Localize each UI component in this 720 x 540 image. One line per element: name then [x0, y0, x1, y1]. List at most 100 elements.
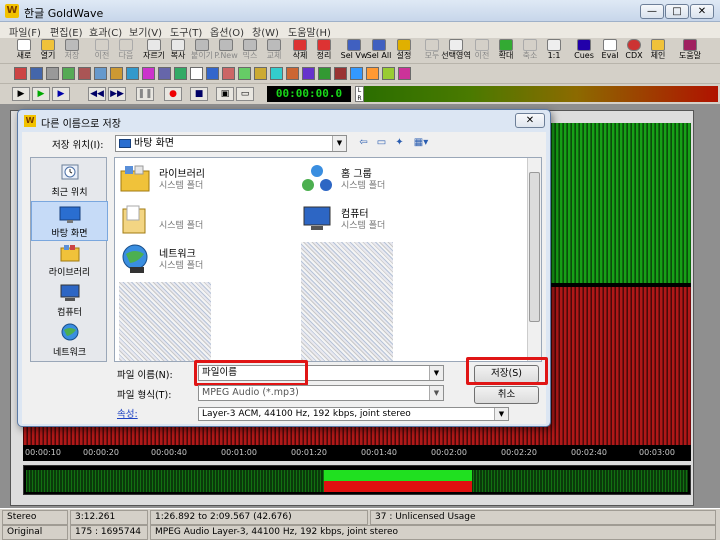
- view-menu-icon[interactable]: ▦▾: [410, 135, 432, 150]
- cdx-icon: [627, 39, 641, 51]
- effect-icon[interactable]: [382, 67, 395, 80]
- chevron-down-icon[interactable]: ▼: [332, 136, 346, 151]
- play-icon[interactable]: ▶: [12, 87, 30, 101]
- play-view-icon[interactable]: ▶: [52, 87, 70, 101]
- trim-icon: [317, 39, 331, 51]
- effect-icon[interactable]: [62, 67, 75, 80]
- menu-file[interactable]: 파일(F): [9, 24, 41, 39]
- image-thumbnail[interactable]: [301, 242, 393, 361]
- effect-icon[interactable]: [206, 67, 219, 80]
- file-list[interactable]: 라이브러리 시스템 폴더 홈 그룹 시스템 폴더 시스템 폴더 컴퓨터 시스템 …: [114, 157, 542, 362]
- close-button[interactable]: ✕: [690, 4, 714, 19]
- eval-icon: [603, 39, 617, 51]
- help-button[interactable]: 도움말: [675, 39, 705, 63]
- cancel-button[interactable]: 취소: [474, 386, 539, 404]
- effect-icon[interactable]: [238, 67, 251, 80]
- goldwave-app-icon: W: [24, 115, 36, 127]
- file-item-computer[interactable]: 컴퓨터 시스템 폴더: [301, 202, 486, 238]
- trim-button[interactable]: 정리: [312, 39, 336, 63]
- stop-icon[interactable]: ■: [190, 87, 208, 101]
- overview-selection-right[interactable]: [324, 481, 472, 492]
- effect-icon[interactable]: [126, 67, 139, 80]
- effect-icon[interactable]: [270, 67, 283, 80]
- effect-icon[interactable]: [222, 67, 235, 80]
- effect-icon[interactable]: [190, 67, 203, 80]
- effect-icon[interactable]: [142, 67, 155, 80]
- maximize-button[interactable]: □: [665, 4, 689, 19]
- effect-icon[interactable]: [254, 67, 267, 80]
- file-item-libraries[interactable]: 라이브러리 시스템 폴더: [119, 162, 304, 198]
- effect-icon[interactable]: [30, 67, 43, 80]
- vertical-scrollbar[interactable]: [527, 158, 541, 361]
- place-recent[interactable]: 최근 위치: [31, 161, 108, 201]
- homegroup-icon: [302, 165, 332, 191]
- overview-selection-left[interactable]: [324, 470, 472, 481]
- save-toolbar-button[interactable]: 저장: [60, 39, 84, 63]
- effect-icon[interactable]: [46, 67, 59, 80]
- chevron-down-icon[interactable]: ▼: [494, 408, 508, 420]
- ruler-tick: 00:00:10: [25, 448, 61, 457]
- location-dropdown[interactable]: 바탕 화면 ▼: [115, 135, 347, 152]
- new-folder-icon[interactable]: ✦: [392, 135, 407, 150]
- menu-edit[interactable]: 편집(E): [50, 24, 83, 39]
- effect-icon[interactable]: [366, 67, 379, 80]
- menu-options[interactable]: 옵션(O): [210, 24, 244, 39]
- file-item-homegroup[interactable]: 홈 그룹 시스템 폴더: [301, 162, 486, 198]
- scroll-thumb[interactable]: [529, 172, 540, 322]
- file-item-network[interactable]: 네트워크 시스템 폴더: [119, 242, 304, 278]
- effect-icon[interactable]: [14, 67, 27, 80]
- filename-label: 파일 이름(N):: [117, 370, 173, 381]
- effect-icon[interactable]: [350, 67, 363, 80]
- set-button[interactable]: 설정: [392, 39, 416, 63]
- fast-forward-icon[interactable]: ▶▶: [108, 87, 126, 101]
- effect-icon[interactable]: [398, 67, 411, 80]
- menu-window[interactable]: 창(W): [252, 24, 279, 39]
- effect-icon[interactable]: [302, 67, 315, 80]
- dialog-close-button[interactable]: ✕: [515, 113, 545, 128]
- minimize-button[interactable]: —: [640, 4, 664, 19]
- play-selection-icon[interactable]: ▶: [32, 87, 50, 101]
- effect-icon[interactable]: [334, 67, 347, 80]
- computer-icon: [60, 284, 79, 301]
- transport-toolbar: ▶ ▶ ▶ ◀◀ ▶▶ ❚❚ ● ■ ▣ ▭ 00:00:00.0 L R: [0, 84, 720, 104]
- effect-icon[interactable]: [318, 67, 331, 80]
- file-type: 시스템 폴더: [159, 221, 204, 231]
- dialog-title-bar: W 다른 이름으로 저장 ✕: [18, 110, 550, 132]
- chevron-down-icon[interactable]: ▼: [429, 386, 443, 400]
- overview-waveform[interactable]: [23, 465, 691, 495]
- monitor-icon[interactable]: ▭: [236, 87, 254, 101]
- effect-icon[interactable]: [110, 67, 123, 80]
- format-dropdown[interactable]: Layer-3 ACM, 44100 Hz, 192 kbps, joint s…: [198, 407, 509, 421]
- menu-bar: 파일(F) 편집(E) 효과(C) 보기(V) 도구(T) 옵션(O) 창(W)…: [0, 22, 720, 39]
- chain-icon: [651, 39, 665, 51]
- effect-icon[interactable]: [158, 67, 171, 80]
- place-desktop[interactable]: 바탕 화면: [31, 201, 108, 241]
- menu-tools[interactable]: 도구(T): [170, 24, 202, 39]
- paste-icon: [195, 39, 209, 51]
- up-folder-icon[interactable]: ▭: [374, 135, 389, 150]
- menu-view[interactable]: 보기(V): [129, 24, 162, 39]
- place-computer[interactable]: 컴퓨터: [31, 281, 108, 321]
- effect-icon[interactable]: [286, 67, 299, 80]
- back-icon[interactable]: ⇦: [356, 135, 371, 150]
- chain-button[interactable]: 체인: [646, 39, 670, 63]
- menu-help[interactable]: 도움말(H): [288, 24, 331, 39]
- place-libraries[interactable]: 라이브러리: [31, 241, 108, 281]
- record-icon[interactable]: ●: [164, 87, 182, 101]
- menu-effects[interactable]: 효과(C): [89, 24, 122, 39]
- filetype-dropdown[interactable]: MPEG Audio (*.mp3) ▼: [198, 385, 444, 401]
- image-thumbnail[interactable]: [119, 282, 211, 361]
- file-item-user-folder[interactable]: 시스템 폴더: [119, 202, 304, 238]
- save-icon: [65, 39, 79, 51]
- zoom-one-button[interactable]: 1:1: [542, 39, 566, 63]
- chevron-down-icon[interactable]: ▼: [429, 366, 443, 380]
- pause-icon[interactable]: ❚❚: [136, 87, 154, 101]
- options-link[interactable]: 속성:: [117, 406, 138, 420]
- loop-icon[interactable]: ▣: [216, 87, 234, 101]
- effect-icon[interactable]: [94, 67, 107, 80]
- effect-icon[interactable]: [174, 67, 187, 80]
- place-network[interactable]: 네트워크: [31, 321, 108, 361]
- effect-icon[interactable]: [78, 67, 91, 80]
- rewind-icon[interactable]: ◀◀: [88, 87, 106, 101]
- redo-button[interactable]: 다음: [114, 39, 138, 63]
